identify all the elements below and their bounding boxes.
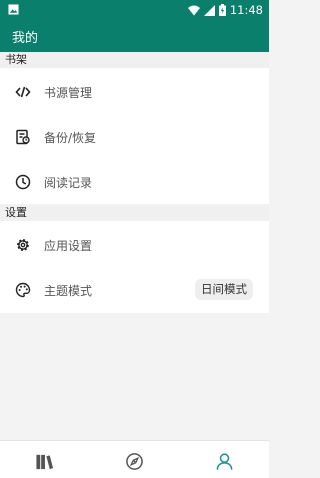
menu-item-label: 应用设置 bbox=[44, 239, 93, 253]
signal-icon bbox=[203, 4, 215, 16]
menu-item-theme-mode[interactable]: 主题模式 日间模式 bbox=[0, 268, 269, 313]
gear-icon bbox=[17, 239, 29, 251]
palette-icon bbox=[15, 282, 31, 298]
code-icon bbox=[15, 86, 31, 98]
image-icon bbox=[8, 4, 19, 15]
compass-icon bbox=[126, 453, 143, 470]
bottom-nav bbox=[0, 440, 269, 478]
status-bar: 11:48 bbox=[0, 0, 269, 20]
menu-item-label: 主题模式 bbox=[44, 284, 93, 298]
settings-card: 应用设置 主题模式 日间模式 bbox=[0, 221, 269, 313]
section-header-settings: 设置 bbox=[0, 205, 269, 221]
backup-icon bbox=[16, 129, 30, 145]
clock-icon bbox=[15, 174, 31, 190]
menu-item-backup-restore[interactable]: 备份/恢复 bbox=[0, 115, 269, 160]
nav-tab-bookshelf[interactable] bbox=[0, 441, 89, 478]
theme-mode-value[interactable]: 日间模式 bbox=[195, 279, 253, 300]
nav-tab-mine[interactable] bbox=[180, 441, 269, 478]
menu-item-reading-history[interactable]: 阅读记录 bbox=[0, 160, 269, 205]
books-icon bbox=[36, 454, 54, 470]
nav-tab-discover[interactable] bbox=[90, 441, 179, 478]
menu-item-app-settings[interactable]: 应用设置 bbox=[0, 223, 269, 268]
menu-item-label: 阅读记录 bbox=[44, 176, 93, 190]
status-time: 11:48 bbox=[229, 3, 263, 17]
wifi-icon bbox=[187, 5, 200, 15]
section-header-bookshelf: 书架 bbox=[0, 52, 269, 68]
person-icon bbox=[216, 453, 233, 470]
app-bar: 我的 bbox=[0, 20, 269, 52]
menu-item-label: 书源管理 bbox=[44, 86, 93, 100]
menu-item-book-source[interactable]: 书源管理 bbox=[0, 70, 269, 115]
battery-icon bbox=[218, 4, 226, 16]
page-title: 我的 bbox=[12, 31, 39, 46]
menu-item-label: 备份/恢复 bbox=[44, 131, 97, 145]
bookshelf-card: 书源管理 备份/恢复 阅读记录 bbox=[0, 68, 269, 204]
